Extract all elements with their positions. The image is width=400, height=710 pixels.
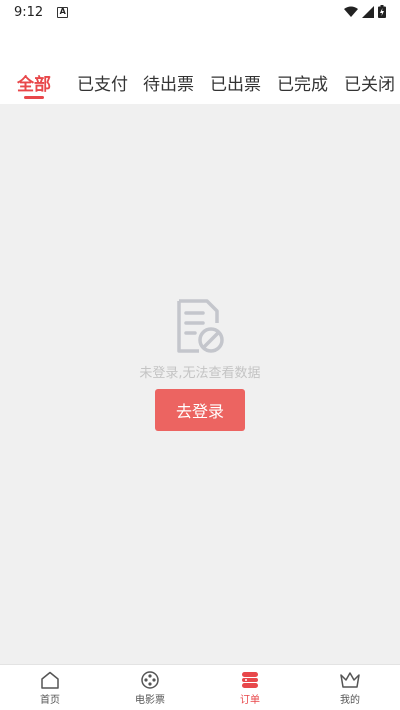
tab-pending-ticket[interactable]: 待出票 [143, 70, 194, 95]
signal-icon [362, 5, 374, 18]
nav-item-movie-tickets[interactable]: 电影票 [100, 665, 200, 710]
battery-icon [378, 5, 386, 18]
nav-label-mine: 我的 [340, 695, 360, 706]
status-bar: 9:12 A [0, 0, 400, 24]
wifi-icon [344, 6, 358, 17]
tab-ticketed[interactable]: 已出票 [210, 70, 261, 95]
film-reel-icon [141, 671, 159, 689]
nav-item-orders[interactable]: 订单 [200, 665, 300, 710]
order-icon [242, 672, 258, 688]
tab-paid[interactable]: 已支付 [77, 70, 128, 95]
status-time: 9:12 [14, 4, 44, 20]
home-icon [41, 671, 59, 689]
order-list-area: 未登录,无法查看数据 去登录 [0, 104, 400, 664]
tab-completed[interactable]: 已完成 [277, 70, 328, 95]
order-tabs: 全部 已支付 待出票 已出票 已完成 已关闭 [0, 60, 400, 104]
notification-icon: A [57, 6, 69, 18]
empty-state-message: 未登录,无法查看数据 [139, 366, 261, 381]
nav-label-movie-tickets: 电影票 [135, 695, 165, 706]
empty-document-icon [177, 299, 224, 353]
nav-item-home[interactable]: 首页 [0, 665, 100, 710]
bottom-nav: 首页 电影票 订单 我的 [0, 664, 400, 710]
tab-all[interactable]: 全部 [17, 70, 51, 95]
nav-label-orders: 订单 [240, 695, 260, 706]
nav-item-mine[interactable]: 我的 [300, 665, 400, 710]
crown-icon [340, 672, 360, 688]
status-icons [344, 5, 386, 18]
login-button[interactable]: 去登录 [155, 389, 245, 431]
nav-label-home: 首页 [40, 695, 60, 706]
tab-closed[interactable]: 已关闭 [344, 70, 395, 95]
active-tab-indicator [24, 96, 44, 99]
